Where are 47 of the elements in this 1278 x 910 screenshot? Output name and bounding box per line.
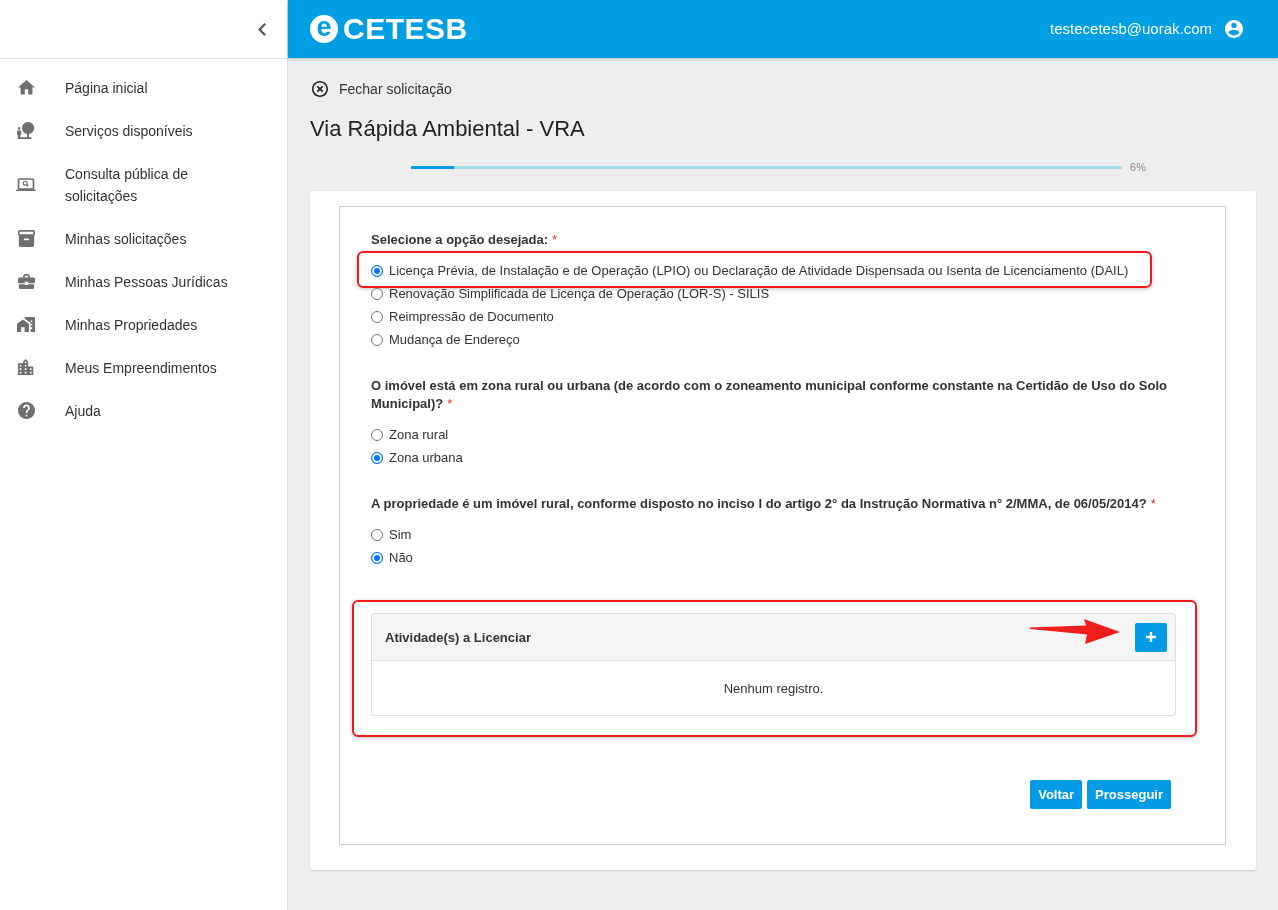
add-button[interactable] [1135,622,1167,652]
sidebar-item[interactable]: Meus Empreendimentos [0,346,287,389]
empty-message: Nenhum registro. [723,680,824,696]
question-label: O imóvel está em zona rural ou urbana (de acordo com o zoneamento municipal conforme constante na Certidão de Uso do Solo Municipal)? * [371,377,1169,413]
option-label: Reimpressão de Documento [389,308,554,326]
panel-title: Atividade(s) a Licenciar [385,629,531,645]
sidebar-item[interactable]: Minhas Propriedades [0,303,287,346]
radio-button[interactable] [371,288,383,300]
radio-button[interactable] [371,311,383,323]
laptop-search-icon [16,177,36,192]
sidebar-item[interactable]: Página inicial [0,66,287,109]
option-label: Renovação Simplificada de Licença de Operação (LOR-S) - SILIS [389,285,770,303]
sidebar-item[interactable]: Ajuda [0,389,287,432]
radio-button[interactable] [371,334,383,346]
radio-button[interactable] [371,552,383,564]
option-label: Não [389,549,413,567]
question-label: Selecione a opção desejada: * [371,231,558,249]
home-icon [17,80,35,95]
chevron-left-icon[interactable] [258,22,266,36]
option-label: Sim [389,526,412,544]
logo-mark: e [310,15,338,43]
user-email: testecetesb@uorak.com [1050,20,1212,38]
help-icon [17,402,35,419]
sidebar-item[interactable]: Consulta pública de solicitações [0,152,287,217]
radio-button[interactable] [371,529,383,541]
radio-button[interactable] [371,265,383,277]
option-label: Zona urbana [389,449,463,467]
option-label: Mudança de Endereço [389,331,520,349]
archive-icon [17,230,35,247]
sidebar-item[interactable]: Serviços disponíveis [0,109,287,152]
close-request-link[interactable]: Fechar solicitação [312,79,452,99]
page-title: Via Rápida Ambiental - VRA [310,115,585,143]
account-icon[interactable] [1225,20,1243,38]
option-label: Zona rural [389,426,449,444]
question-label: A propriedade é um imóvel rural, conforme disposto no inciso I do artigo 2° da Instrução Normativa n° 2/MMA, de 06/05/2014? * [371,495,1156,513]
progress-reading: 6% [1130,160,1146,174]
house-building-icon [16,316,36,333]
radio-button[interactable] [371,429,383,441]
person-tree-icon [17,122,35,139]
plus-icon [1146,632,1156,642]
buildings-icon [18,359,34,376]
logo-text: CETESB [343,12,468,46]
sidebar-item[interactable]: Minhas solicitações [0,217,287,260]
briefcase-icon [17,273,35,290]
radio-button[interactable] [371,452,383,464]
option-label: Licença Prévia, de Instalação e de Operação (LPIO) ou Declaração de Atividade Dispensada ou Isenta de Licenciamento (DAIL) [389,262,1129,280]
sidebar-item[interactable]: Minhas Pessoas Jurídicas [0,260,287,303]
